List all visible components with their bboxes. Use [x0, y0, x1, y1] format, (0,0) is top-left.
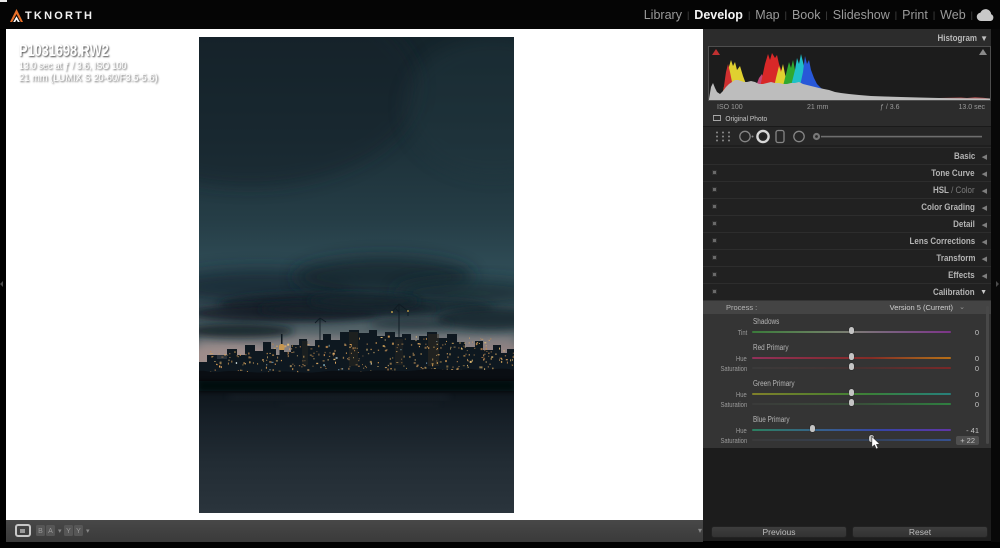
- svg-text:▾: ▾: [698, 526, 702, 535]
- svg-text:A: A: [48, 528, 53, 535]
- svg-text:Y: Y: [66, 528, 71, 535]
- svg-text:B: B: [38, 528, 43, 535]
- svg-text:▾: ▾: [58, 528, 62, 535]
- svg-text:Y: Y: [76, 528, 81, 535]
- svg-text:▾: ▾: [86, 528, 90, 535]
